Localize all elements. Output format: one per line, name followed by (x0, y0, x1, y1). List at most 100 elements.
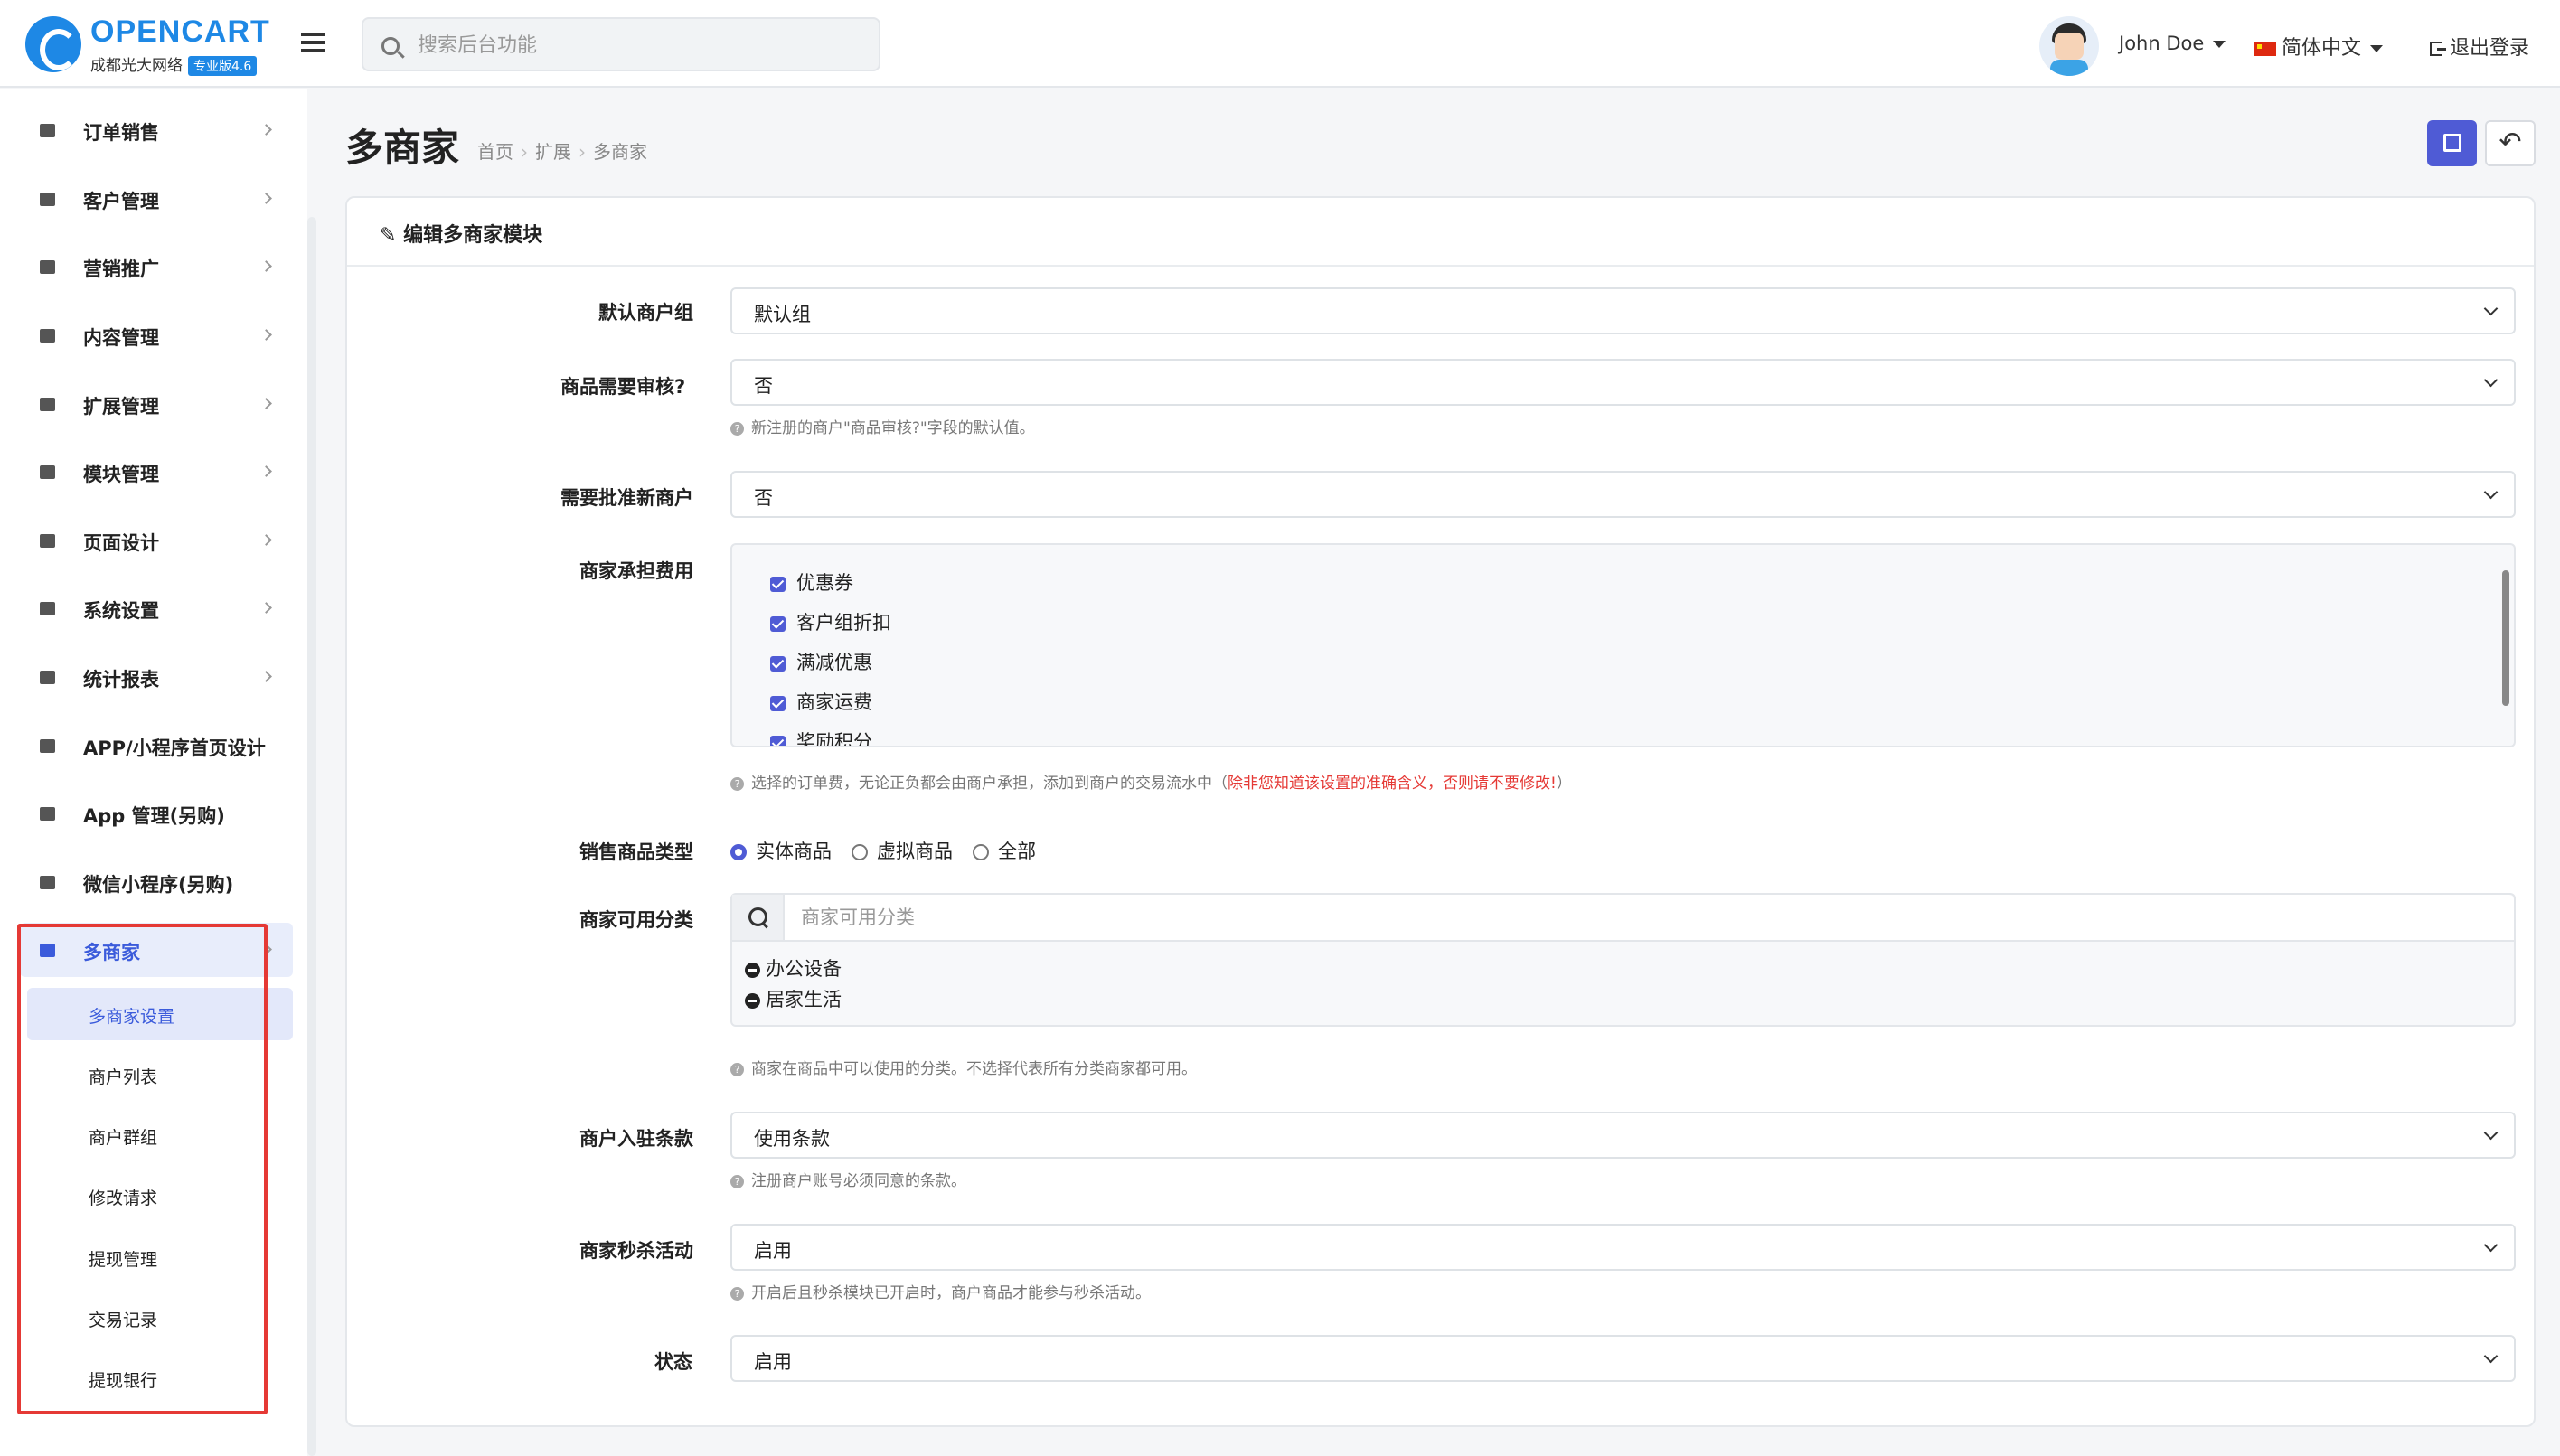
terms-select[interactable]: 使用条款 (730, 1112, 2516, 1159)
search-input[interactable] (416, 30, 850, 61)
sidebar-item-content[interactable]: 内容管理 (0, 308, 298, 362)
approve-new-label: 需要批准新商户 (560, 487, 693, 509)
sidebar-item-app-management[interactable]: App 管理(另购) (0, 786, 298, 841)
minus-circle-icon[interactable] (745, 962, 760, 978)
caret-down-icon (2213, 41, 2226, 48)
breadcrumb-current: 多商家 (593, 141, 647, 163)
sidebar-item-orders[interactable]: 订单销售 (0, 103, 298, 157)
user-name: John Doe (2119, 33, 2205, 54)
sidebar-item-wechat[interactable]: 微信小程序(另购) (0, 855, 298, 909)
radio-virtual[interactable]: 虚拟商品 (852, 837, 953, 864)
fees-label: 商家承担费用 (579, 560, 693, 582)
chevron-right-icon (260, 124, 272, 136)
language-selector[interactable]: 简体中文 (2254, 32, 2384, 61)
card-title: 编辑多商家模块 (403, 224, 543, 247)
radio-all[interactable]: 全部 (973, 837, 1036, 864)
sidebar-item-settings[interactable]: 系统设置 (0, 581, 298, 635)
fee-checkbox-coupon[interactable]: 优惠券 (770, 568, 853, 596)
checkbox-checked-icon (770, 615, 786, 632)
save-button[interactable] (2427, 120, 2477, 166)
question-circle-icon: ? (730, 421, 744, 436)
chevron-down-icon (2483, 484, 2499, 500)
radio-empty-icon (852, 844, 868, 860)
question-circle-icon: ? (730, 1174, 744, 1188)
logo[interactable]: OPENCART 成都光大网络 专业版4.6 (25, 14, 287, 76)
wechat-icon (40, 876, 55, 889)
puzzle-icon (40, 398, 55, 411)
seckill-label: 商家秒杀活动 (579, 1240, 693, 1262)
search-box[interactable] (362, 17, 880, 71)
chevron-right-icon (260, 260, 272, 272)
checkbox-checked-icon (770, 695, 786, 711)
status-select[interactable]: 启用 (730, 1335, 2516, 1382)
chevron-right-icon (260, 329, 272, 341)
sidebar-item-app-design[interactable]: APP/小程序首页设计 (0, 719, 298, 773)
product-review-help: ? 新注册的商户"商品审核?"字段的默认值。 (730, 415, 1035, 437)
highlight-box (17, 924, 268, 1414)
terms-help: ? 注册商户账号必须同意的条款。 (730, 1168, 966, 1190)
categories-search[interactable] (732, 895, 2514, 942)
radio-physical[interactable]: 实体商品 (730, 837, 832, 864)
apple-icon (40, 807, 55, 821)
brand-name: OPENCART (90, 14, 270, 49)
radio-checked-icon (730, 844, 747, 860)
fees-checkbox-list: 优惠券 客户组折扣 满减优惠 商家运费 奖励积分 (730, 543, 2516, 747)
breadcrumb-home[interactable]: 首页 (477, 141, 513, 163)
menu-toggle-icon[interactable] (301, 33, 325, 52)
default-group-select[interactable]: 默认组 (730, 287, 2516, 334)
chevron-right-icon (260, 671, 272, 682)
logout-button[interactable]: 退出登录 (2430, 32, 2529, 61)
chevron-down-icon (2483, 1125, 2499, 1141)
company-name: 成都光大网络 (90, 57, 183, 75)
chevron-right-icon (260, 398, 272, 409)
default-group-label: 默认商户组 (598, 302, 693, 324)
product-review-select[interactable]: 否 (730, 359, 2516, 406)
cube-icon (40, 465, 55, 479)
radio-empty-icon (973, 844, 989, 860)
sidebar-item-reports[interactable]: 统计报表 (0, 650, 298, 704)
mobile-icon (40, 739, 55, 753)
sidebar-item-customers[interactable]: 客户管理 (0, 172, 298, 226)
back-button[interactable]: ↶ (2485, 120, 2536, 166)
categories-search-input[interactable] (799, 904, 2426, 931)
categories-box: 办公设备 居家生活 (730, 893, 2516, 1027)
gear-icon (40, 602, 55, 615)
minus-circle-icon[interactable] (745, 992, 760, 1009)
fees-scrollbar[interactable] (2501, 552, 2510, 740)
fee-checkbox-reward-points[interactable]: 奖励积分 (770, 728, 872, 746)
language-label: 简体中文 (2282, 37, 2362, 60)
breadcrumb-extensions[interactable]: 扩展 (535, 141, 571, 163)
chevron-right-icon (260, 534, 272, 546)
category-item[interactable]: 居家生活 (745, 985, 842, 1012)
checkbox-checked-icon (770, 735, 786, 746)
question-circle-icon: ? (730, 1286, 744, 1301)
approve-new-select[interactable]: 否 (730, 471, 2516, 518)
avatar[interactable] (2039, 16, 2099, 76)
fee-checkbox-full-reduction[interactable]: 满减优惠 (770, 648, 872, 675)
sidebar-item-marketing[interactable]: 营销推广 (0, 240, 298, 294)
sidebar-item-extensions[interactable]: 扩展管理 (0, 377, 298, 431)
pencil-icon: ✎ (380, 224, 404, 247)
sidebar-scrollbar[interactable] (307, 217, 316, 1456)
category-item[interactable]: 办公设备 (745, 954, 842, 982)
fee-checkbox-customer-discount[interactable]: 客户组折扣 (770, 608, 891, 635)
chevron-down-icon (2483, 1237, 2499, 1253)
fee-checkbox-shipping[interactable]: 商家运费 (770, 688, 872, 715)
opencart-logo-icon (25, 16, 81, 72)
checkbox-checked-icon (770, 655, 786, 672)
china-flag-icon (2254, 42, 2276, 56)
categories-label: 商家可用分类 (579, 909, 693, 931)
fees-help: ? 选择的订单费，无论正负都会由商户承担，添加到商户的交易流水中（除非您知道该设置… (730, 770, 1572, 793)
sidebar-item-modules[interactable]: 模块管理 (0, 445, 298, 499)
sidebar-item-design[interactable]: 页面设计 (0, 513, 298, 568)
logout-label: 退出登录 (2450, 37, 2530, 60)
caret-down-icon (2370, 45, 2384, 52)
product-review-label: 商品需要审核? (560, 376, 686, 398)
status-label: 状态 (654, 1351, 692, 1373)
card-header: ✎ 编辑多商家模块 (347, 198, 2534, 267)
question-circle-icon: ? (730, 1062, 744, 1076)
user-menu[interactable]: John Doe (2119, 33, 2226, 54)
seckill-select[interactable]: 启用 (730, 1224, 2516, 1271)
search-icon (732, 895, 785, 940)
question-circle-icon: ? (730, 776, 744, 791)
